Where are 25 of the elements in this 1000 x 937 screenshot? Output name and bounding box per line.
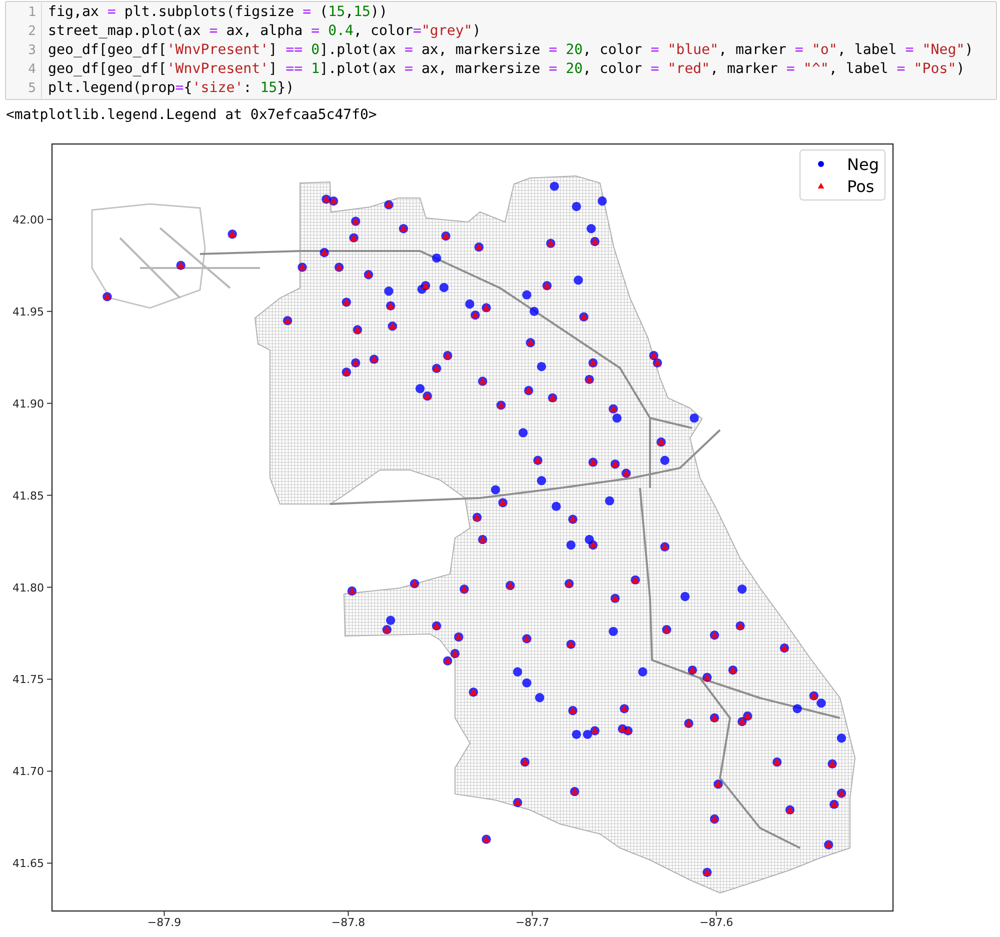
tick-label: 42.00 bbox=[12, 213, 44, 226]
tick-label: 41.75 bbox=[12, 673, 44, 686]
code-line: geo_df[geo_df['WnvPresent'] == 1].plot(ax = ax, markersize = 20, color = "red", marker = "^", label = "Pos") bbox=[48, 60, 966, 79]
code-line: plt.legend(prop={'size': 15}) bbox=[48, 79, 296, 98]
legend-label: Pos bbox=[847, 177, 874, 196]
code-line: street_map.plot(ax = ax, alpha = 0.4, color="grey") bbox=[48, 22, 482, 41]
tick-label: 41.85 bbox=[12, 489, 44, 502]
tick-label: 41.70 bbox=[12, 765, 44, 778]
output-text: <matplotlib.legend.Legend at 0x7efcaa5c47f0> bbox=[5, 106, 377, 125]
code-line: fig,ax = plt.subplots(figsize = (15,15)) bbox=[48, 3, 389, 22]
tick-label: 41.65 bbox=[12, 857, 44, 870]
tick-label: 41.90 bbox=[12, 397, 44, 410]
tick-label: −87.9 bbox=[147, 916, 182, 929]
tick-label: −87.7 bbox=[515, 916, 550, 929]
tick-label: 41.80 bbox=[12, 581, 44, 594]
line-number: 4 bbox=[28, 61, 36, 79]
legend-label: Neg bbox=[847, 155, 879, 174]
tick-label: −87.8 bbox=[331, 916, 366, 929]
line-number: 1 bbox=[28, 4, 36, 22]
code-line: geo_df[geo_df['WnvPresent'] == 0].plot(ax = ax, markersize = 20, color = "blue", marker = "o", label = "Neg") bbox=[48, 41, 974, 60]
line-number: 3 bbox=[28, 42, 36, 60]
line-number: 5 bbox=[28, 80, 36, 98]
line-number: 2 bbox=[28, 23, 36, 41]
tick-label: 41.95 bbox=[12, 305, 44, 318]
tick-label: −87.6 bbox=[699, 916, 734, 929]
